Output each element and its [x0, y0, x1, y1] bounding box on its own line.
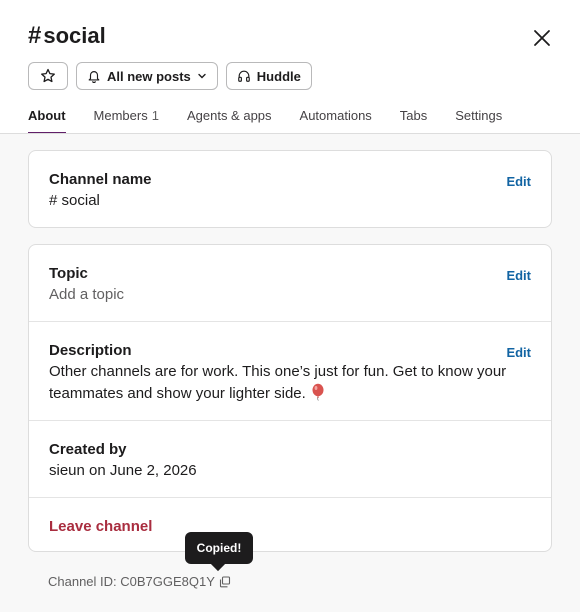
headphones-icon [237, 70, 250, 82]
edit-channel-name-button[interactable]: Edit [506, 174, 531, 189]
tab-about-label: About [28, 108, 66, 123]
chevron-down-icon [198, 73, 206, 79]
channel-title-text: social [43, 23, 106, 48]
star-icon [41, 68, 55, 83]
channel-info-card: Topic Edit Add a topic Description Edit … [28, 244, 552, 552]
channel-actions: All new posts Huddle [28, 62, 312, 90]
tab-settings[interactable]: Settings [455, 100, 502, 134]
leave-channel-button[interactable]: Leave channel [49, 518, 152, 535]
description-text: Other channels are for work. This one’s … [49, 363, 507, 402]
notifications-label: All new posts [107, 68, 191, 84]
tab-members[interactable]: Members 1 [94, 100, 159, 134]
channel-title: # social [28, 20, 106, 52]
star-button[interactable] [28, 62, 68, 90]
created-by-value: sieun on June 2, 2026 [49, 462, 197, 479]
edit-topic-button[interactable]: Edit [506, 268, 531, 283]
channel-name-card: Channel name Edit # social [28, 150, 552, 228]
channel-id: Channel ID: C0B7GGE8Q1Y [48, 574, 231, 589]
channel-details-dialog: # social All new posts Huddle About Memb… [0, 0, 580, 612]
tab-automations-label: Automations [299, 108, 372, 123]
description-value: Other channels are for work. This one’s … [49, 361, 519, 405]
channel-id-text: Channel ID: C0B7GGE8Q1Y [48, 574, 215, 589]
edit-description-button[interactable]: Edit [506, 345, 531, 360]
tab-agents-apps[interactable]: Agents & apps [187, 100, 272, 134]
channel-name-label: Channel name [49, 171, 152, 188]
tab-bar: About Members 1 Agents & apps Automations… [28, 100, 580, 134]
copy-icon [219, 575, 230, 587]
tab-agents-apps-label: Agents & apps [186, 108, 272, 123]
huddle-button[interactable]: Huddle [225, 62, 312, 90]
tab-tabs-label: Tabs [399, 108, 428, 123]
channel-name-value: # social [49, 190, 100, 212]
hash-icon: # [28, 22, 42, 49]
close-button[interactable] [528, 24, 556, 52]
balloon-emoji [312, 383, 324, 401]
tab-settings-label: Settings [455, 108, 503, 123]
notifications-button[interactable]: All new posts [76, 62, 218, 90]
description-label: Description [49, 342, 132, 359]
tab-about[interactable]: About [28, 100, 66, 134]
topic-placeholder: Add a topic [49, 286, 125, 303]
tab-members-label: Members [93, 108, 148, 123]
divider [29, 420, 551, 421]
created-by-label: Created by [49, 441, 127, 458]
copy-button[interactable] [219, 575, 231, 588]
tab-automations[interactable]: Automations [300, 100, 372, 134]
divider [29, 321, 551, 322]
bell-icon [88, 71, 100, 83]
tab-tabs[interactable]: Tabs [400, 100, 427, 134]
divider [29, 497, 551, 498]
topic-label: Topic [49, 265, 88, 282]
hash-icon: # [49, 192, 58, 209]
channel-name-text: social [61, 192, 100, 209]
copied-tooltip: Copied! [185, 532, 253, 564]
huddle-label: Huddle [256, 68, 301, 84]
close-icon [534, 30, 550, 46]
about-panel: Channel name Edit # social Topic Edit Ad… [0, 134, 580, 612]
members-count: 1 [151, 108, 159, 123]
